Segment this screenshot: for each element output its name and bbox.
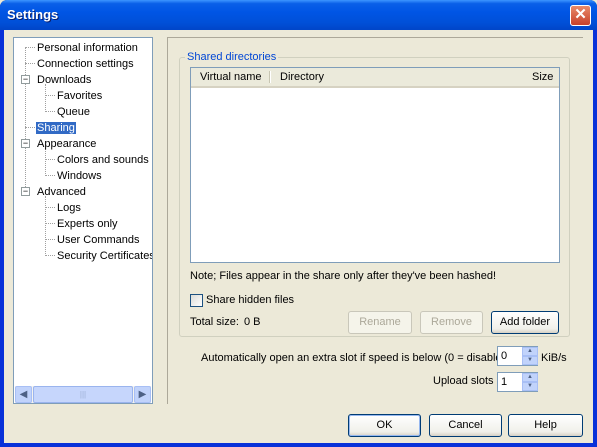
expand-toggle-appearance[interactable]: −	[21, 139, 30, 148]
column-virtual-name[interactable]: Virtual name	[200, 68, 262, 86]
scrollbar-thumb[interactable]: |||	[33, 386, 133, 403]
total-size-value: 0 B	[244, 316, 261, 328]
shared-directories-title: Shared directories	[185, 51, 279, 63]
tree-line	[45, 111, 55, 112]
tree-item-downloads[interactable]: Downloads	[37, 73, 91, 87]
expand-toggle-advanced[interactable]: −	[21, 187, 30, 196]
share-hidden-files-checkbox[interactable]	[190, 294, 203, 307]
scroll-right-icon[interactable]: ▶	[134, 386, 151, 403]
tree-line	[45, 223, 55, 224]
tree-horizontal-scrollbar[interactable]: ◀ ||| ▶	[15, 386, 151, 403]
tree-item-user-commands[interactable]: User Commands	[57, 233, 140, 247]
tree-item-appearance[interactable]: Appearance	[37, 137, 96, 151]
add-folder-button[interactable]: Add folder	[491, 311, 559, 334]
shared-directories-list[interactable]: Virtual name Directory Size	[190, 67, 560, 263]
tree-item-windows[interactable]: Windows	[57, 169, 102, 183]
help-button[interactable]: Help	[508, 414, 583, 437]
title-bar[interactable]: Settings	[0, 0, 597, 30]
extra-slot-speed-value[interactable]: 0	[501, 350, 507, 362]
list-header: Virtual name Directory Size	[191, 68, 559, 88]
tree-line	[45, 159, 55, 160]
tree-line	[45, 239, 55, 240]
window-frame-bottom	[0, 443, 597, 447]
tree-line	[25, 47, 35, 48]
share-hidden-files-label[interactable]: Share hidden files	[206, 294, 294, 306]
scroll-left-icon[interactable]: ◀	[15, 386, 32, 403]
expand-toggle-downloads[interactable]: −	[21, 75, 30, 84]
tree-item-sharing[interactable]: Sharing	[36, 121, 76, 135]
tree-item-security-certificates[interactable]: Security Certificates	[57, 249, 152, 263]
tree-item-experts-only[interactable]: Experts only	[57, 217, 118, 231]
tree-line	[45, 207, 55, 208]
spin-up-icon[interactable]: ▲	[522, 347, 538, 356]
tree-item-advanced[interactable]: Advanced	[37, 185, 86, 199]
hash-note: Note; Files appear in the share only aft…	[190, 270, 497, 282]
upload-slots-label: Upload slots	[433, 375, 494, 387]
remove-button[interactable]: Remove	[420, 311, 483, 334]
spin-up-icon[interactable]: ▲	[522, 373, 538, 382]
spin-down-icon[interactable]: ▼	[522, 356, 538, 365]
tree-line	[45, 95, 55, 96]
tree-item-colors-and-sounds[interactable]: Colors and sounds	[57, 153, 149, 167]
tree-item-logs[interactable]: Logs	[57, 201, 81, 215]
tree-line	[45, 255, 55, 256]
tree-line	[25, 63, 35, 64]
tree-line	[45, 84, 46, 112]
tree-item-personal-information[interactable]: Personal information	[37, 41, 138, 55]
ok-button[interactable]: OK	[348, 414, 421, 437]
extra-slot-speed-label: Automatically open an extra slot if spee…	[201, 352, 506, 364]
extra-slot-speed-spinner[interactable]: 0 ▲ ▼	[497, 346, 538, 366]
tree-line	[25, 47, 26, 193]
tree-line	[45, 148, 46, 176]
tree-item-connection-settings[interactable]: Connection settings	[37, 57, 134, 71]
tree-line	[25, 127, 35, 128]
column-directory[interactable]: Directory	[280, 68, 324, 86]
window-frame-right	[593, 30, 597, 447]
upload-slots-value[interactable]: 1	[501, 376, 507, 388]
rename-button[interactable]: Rename	[348, 311, 412, 334]
window-title: Settings	[7, 7, 59, 22]
total-size-label: Total size:	[190, 316, 239, 328]
column-size[interactable]: Size	[532, 68, 553, 86]
settings-tree[interactable]: − − − Personal information Connection se…	[13, 37, 153, 404]
column-separator[interactable]	[269, 71, 271, 83]
upload-slots-spinner[interactable]: 1 ▲ ▼	[497, 372, 538, 392]
close-button[interactable]: ✕	[570, 5, 591, 26]
cancel-button[interactable]: Cancel	[429, 414, 502, 437]
tree-item-queue[interactable]: Queue	[57, 105, 90, 119]
tree-line	[45, 175, 55, 176]
speed-unit-label: KiB/s	[541, 352, 567, 364]
spin-down-icon[interactable]: ▼	[522, 382, 538, 391]
tree-line	[45, 196, 46, 256]
tree-item-favorites[interactable]: Favorites	[57, 89, 102, 103]
close-icon: ✕	[574, 6, 587, 23]
